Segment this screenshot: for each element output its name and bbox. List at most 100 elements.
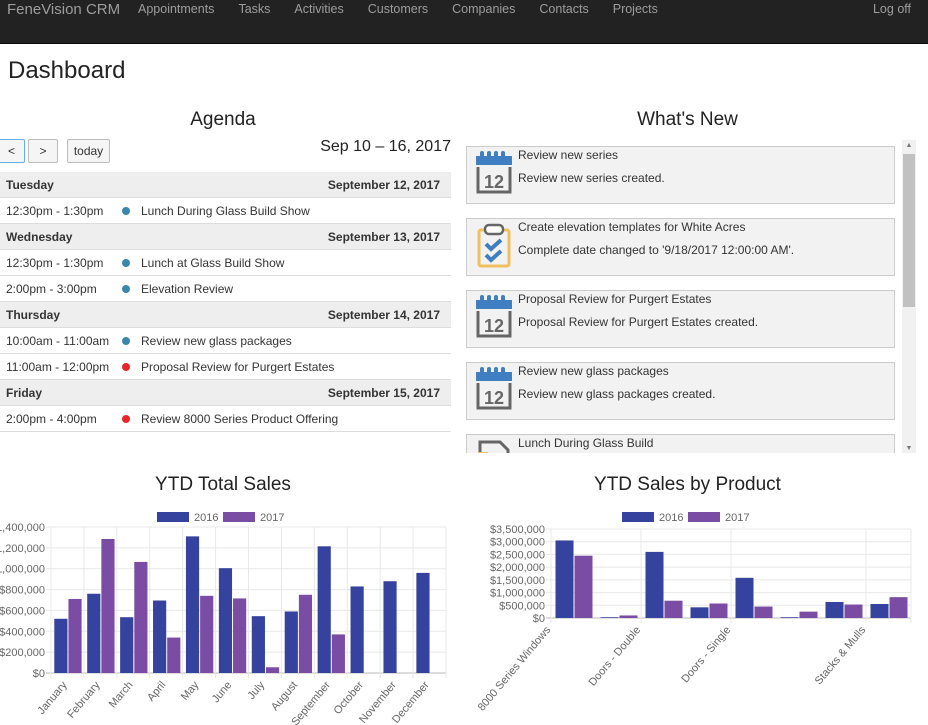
scroll-down-arrow-icon[interactable]: ▼ <box>902 445 916 452</box>
x-tick-label: 8000 Series Windows <box>476 624 554 714</box>
x-tick-label: June <box>210 679 235 705</box>
bar-2017 <box>331 634 345 673</box>
nav-customers[interactable]: Customers <box>356 2 440 16</box>
bar-2016 <box>350 586 364 673</box>
news-title: Lunch During Glass Build <box>518 436 654 450</box>
bar-2016 <box>780 617 799 618</box>
day-name: Friday <box>6 385 43 400</box>
y-tick-label: $400,000 <box>0 626 45 638</box>
agenda-list: Tuesday September 12, 2017 12:30pm - 1:30p… <box>0 172 451 432</box>
news-title: Proposal Review for Purgert Estates <box>518 292 712 306</box>
bar-2016 <box>251 616 265 673</box>
top-navbar: FeneVision CRM Appointments Tasks Activi… <box>0 0 928 44</box>
news-body: Review new series created. <box>518 171 665 185</box>
ytd-sales-by-product-title: YTD Sales by Product <box>594 474 781 495</box>
day-date: September 14, 2017 <box>327 307 440 322</box>
agenda-event[interactable]: 11:00am - 12:00pm Proposal Review for Pur… <box>0 354 451 380</box>
whats-new-title: What's New <box>637 109 738 130</box>
bar-2016 <box>284 611 298 673</box>
calendar-icon: 12 <box>474 294 514 340</box>
news-card[interactable]: 12 Review new series Review new series cre… <box>466 146 895 204</box>
svg-text:12: 12 <box>484 316 504 336</box>
agenda-event[interactable]: 10:00am - 11:00am Review new glass packag… <box>0 328 451 354</box>
x-tick-label: Doors - Single <box>679 624 733 685</box>
y-tick-label: $3,500,000 <box>490 524 545 536</box>
whats-new-scrollbar[interactable]: ▲ ▼ <box>902 140 916 453</box>
nav-activities[interactable]: Activities <box>282 2 355 16</box>
event-title: Review 8000 Series Product Offering <box>141 411 339 426</box>
legend-swatch <box>622 512 654 522</box>
bar-2016 <box>153 600 167 673</box>
bar-2016 <box>383 581 397 673</box>
y-tick-label: 1,200,000 <box>0 543 45 555</box>
log-off-link[interactable]: Log off <box>873 2 911 16</box>
bar-2017 <box>709 603 728 618</box>
x-tick-label: Stacks & Mulls <box>813 624 869 687</box>
agenda-day-header: Friday September 15, 2017 <box>0 380 451 406</box>
nav-projects[interactable]: Projects <box>601 2 670 16</box>
x-tick-label: August <box>269 679 300 713</box>
ytd-sales-by-product-chart: $0$500,000$1,000,000$1,500,000$2,000,000… <box>476 512 912 714</box>
next-week-button[interactable]: > <box>28 139 58 163</box>
legend-swatch <box>223 512 255 522</box>
whats-new-list: 12 Review new series Review new series cre… <box>465 140 902 453</box>
news-card[interactable]: Create elevation templates for White Acr… <box>466 218 895 276</box>
y-tick-label: 1,000,000 <box>0 564 45 576</box>
bar-2016 <box>825 601 844 618</box>
bar-2016 <box>87 593 101 673</box>
day-name: Tuesday <box>6 177 54 192</box>
y-tick-label: $3,000,000 <box>490 537 545 549</box>
bar-2016 <box>690 607 709 618</box>
agenda-day-header: Tuesday September 12, 2017 <box>0 172 451 198</box>
bar-2017 <box>799 611 818 618</box>
agenda-event[interactable]: 12:30pm - 1:30pm Lunch During Glass Build… <box>0 198 451 224</box>
y-tick-label: $600,000 <box>0 605 45 617</box>
news-title: Create elevation templates for White Acr… <box>518 220 746 234</box>
day-name: Wednesday <box>6 229 73 244</box>
y-tick-label: $1,000,000 <box>490 588 545 600</box>
x-tick-label: July <box>245 679 267 702</box>
x-tick-label: Doors - Double <box>587 624 644 688</box>
y-tick-label: $0 <box>33 668 45 680</box>
event-time: 10:00am - 11:00am <box>6 333 110 348</box>
agenda-event[interactable]: 2:00pm - 3:00pm Elevation Review <box>0 276 451 302</box>
x-tick-label: February <box>65 679 103 721</box>
calendar-icon: 12 <box>474 366 514 412</box>
event-time: 12:30pm - 1:30pm <box>6 255 104 270</box>
nav-appointments[interactable]: Appointments <box>126 2 226 16</box>
bar-2016 <box>870 604 889 618</box>
event-dot-icon <box>122 336 130 345</box>
agenda-event[interactable]: 2:00pm - 4:00pm Review 8000 Series Produc… <box>0 406 451 432</box>
page-title: Dashboard <box>8 57 126 84</box>
event-dot-icon <box>122 414 130 423</box>
news-title: Review new series <box>518 148 619 162</box>
agenda-day-header: Thursday September 14, 2017 <box>0 302 451 328</box>
today-button[interactable]: today <box>67 139 110 163</box>
brand-link[interactable]: FeneVision CRM <box>7 1 120 18</box>
bar-2016 <box>218 568 233 673</box>
bar-2017 <box>619 615 638 618</box>
bar-2017 <box>574 555 593 618</box>
nav-links: Appointments Tasks Activities Customers … <box>126 2 670 16</box>
bar-2016 <box>555 540 574 618</box>
bar-2016 <box>54 618 68 673</box>
nav-contacts[interactable]: Contacts <box>527 2 600 16</box>
ytd-total-sales-chart: $0 $200,000 $400,000 $600,000 $800,000 1,000,… <box>0 512 447 725</box>
prev-week-button[interactable]: < <box>0 139 25 163</box>
scrollbar-thumb[interactable] <box>903 154 915 307</box>
nav-companies[interactable]: Companies <box>440 2 527 16</box>
nav-tasks[interactable]: Tasks <box>226 2 282 16</box>
legend-swatch <box>688 512 720 522</box>
event-time: 12:30pm - 1:30pm <box>6 203 104 218</box>
legend-label: 2016 <box>659 512 683 524</box>
news-card[interactable]: 12 Proposal Review for Purgert Estates Pro… <box>466 290 895 348</box>
svg-text:12: 12 <box>484 172 504 192</box>
scroll-up-arrow-icon[interactable]: ▲ <box>902 142 916 149</box>
news-card[interactable]: 12 Review new glass packages Review new gl… <box>466 362 895 420</box>
calendar-icon: 12 <box>474 150 514 196</box>
agenda-event[interactable]: 12:30pm - 1:30pm Lunch at Glass Build Sho… <box>0 250 451 276</box>
news-card[interactable]: Lunch During Glass Build <box>466 434 895 453</box>
news-body: Review new glass packages created. <box>518 387 716 401</box>
agenda-date-range: Sep 10 – 16, 2017 <box>320 138 451 155</box>
event-title: Review new glass packages <box>141 333 292 348</box>
